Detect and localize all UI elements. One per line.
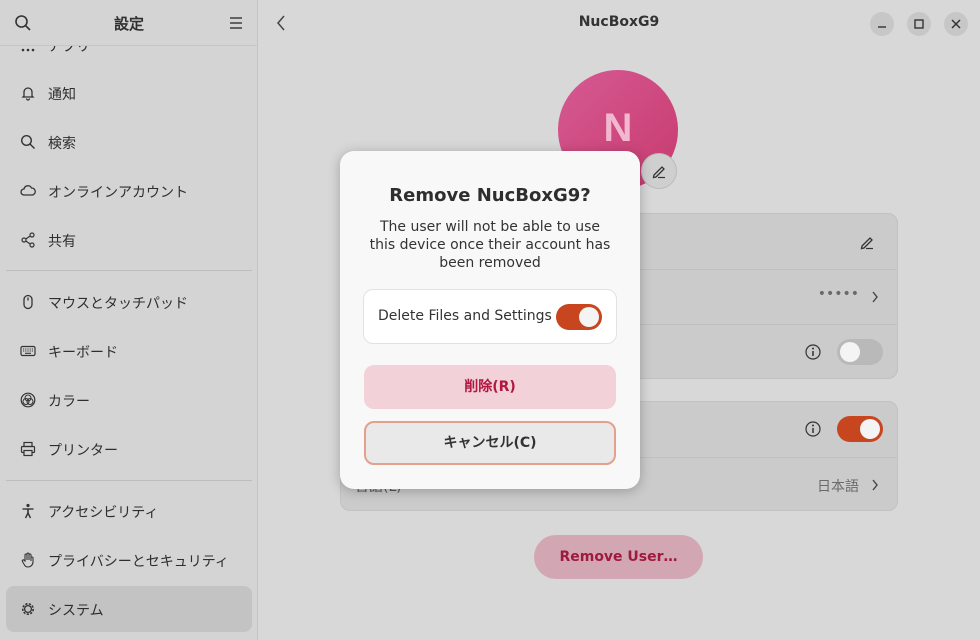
password-mask: ••••• — [817, 286, 859, 302]
sidebar-item-label: マウスとタッチパッド — [48, 296, 188, 312]
switch-knob — [579, 307, 599, 327]
cancel-button[interactable]: キャンセル(C) — [364, 421, 616, 465]
pencil-icon — [652, 166, 665, 179]
language-value: 日本語 — [817, 479, 859, 495]
delete-button[interactable]: 削除(R) — [364, 365, 616, 409]
maximize-button[interactable] — [907, 12, 931, 36]
sidebar-item-label: キーボード — [48, 345, 118, 361]
mouse-icon — [23, 294, 33, 310]
sidebar-header: 設定 — [0, 0, 257, 46]
sidebar-item-sharing[interactable]: 共有 — [6, 217, 252, 263]
printer-icon — [20, 441, 36, 457]
sidebar-item-label: プリンター — [48, 443, 118, 459]
sidebar-item-label: 共有 — [48, 234, 76, 250]
settings-window: 設定 アプリ 通知 検索 オンラインアカウント 共有 マウスとタッチパッド キー… — [0, 0, 980, 640]
sidebar-item-label: オンラインアカウント — [48, 185, 188, 201]
dialog-title: Remove NucBoxG9? — [389, 185, 591, 206]
sidebar-item-online-accounts[interactable]: オンラインアカウント — [6, 168, 252, 214]
sidebar-item-label: 検索 — [48, 136, 76, 152]
sidebar-item-label: カラー — [48, 394, 90, 410]
close-icon — [951, 19, 961, 29]
remove-user-button[interactable]: Remove User… — [534, 535, 703, 579]
info-icon[interactable] — [805, 344, 821, 360]
pencil-icon[interactable] — [859, 234, 875, 250]
switch-knob — [860, 419, 880, 439]
sidebar-item-notifications[interactable]: 通知 — [6, 70, 252, 116]
sidebar-item-privacy-security[interactable]: プライバシーとセキュリティ — [6, 537, 252, 583]
admin-switch[interactable] — [837, 416, 883, 442]
sidebar-item-printers[interactable]: プリンター — [6, 426, 252, 472]
minimize-icon — [878, 26, 886, 28]
sidebar: 設定 アプリ 通知 検索 オンラインアカウント 共有 マウスとタッチパッド キー… — [0, 0, 258, 640]
sidebar-item-keyboard[interactable]: キーボード — [6, 328, 252, 374]
sidebar-item-system[interactable]: システム — [6, 586, 252, 632]
sidebar-item-color[interactable]: カラー — [6, 377, 252, 423]
info-icon[interactable] — [805, 421, 821, 437]
avatar-initial: N — [603, 106, 633, 150]
accessibility-icon — [22, 503, 34, 519]
delete-files-switch[interactable] — [556, 304, 602, 330]
switch-knob — [840, 342, 860, 362]
remove-user-dialog: Remove NucBoxG9? The user will not be ab… — [340, 151, 640, 489]
sidebar-item-label: アクセシビリティ — [48, 505, 159, 521]
sidebar-divider — [6, 270, 252, 271]
close-button[interactable] — [944, 12, 968, 36]
hand-icon — [21, 552, 34, 568]
auto-login-switch[interactable] — [837, 339, 883, 365]
gear-icon — [22, 603, 34, 615]
chevron-right-icon — [872, 291, 878, 303]
sidebar-item-label: 通知 — [48, 87, 76, 103]
delete-files-label: Delete Files and Settings — [378, 308, 552, 324]
avatar-edit-button[interactable] — [641, 153, 677, 189]
sidebar-title: 設定 — [113, 15, 144, 33]
hamburger-menu-icon[interactable] — [228, 15, 244, 31]
search-icon — [20, 134, 35, 149]
maximize-icon — [914, 19, 924, 29]
sidebar-item-search[interactable]: 検索 — [6, 119, 252, 165]
sidebar-item-accessibility[interactable]: アクセシビリティ — [6, 488, 252, 534]
sidebar-item-label: プライバシーとセキュリティ — [48, 554, 229, 570]
sidebar-divider — [6, 480, 252, 481]
color-icon — [20, 392, 36, 408]
sidebar-item-mouse-touchpad[interactable]: マウスとタッチパッド — [6, 279, 252, 325]
sidebar-item-label: システム — [48, 603, 104, 619]
minimize-button[interactable] — [870, 12, 894, 36]
cloud-icon — [20, 185, 36, 196]
share-icon — [21, 232, 35, 248]
delete-files-option: Delete Files and Settings — [363, 289, 617, 344]
keyboard-icon — [20, 345, 36, 357]
bell-icon — [21, 87, 35, 101]
chevron-right-icon — [872, 479, 878, 491]
dialog-body: The user will not be able to use this de… — [369, 219, 611, 271]
